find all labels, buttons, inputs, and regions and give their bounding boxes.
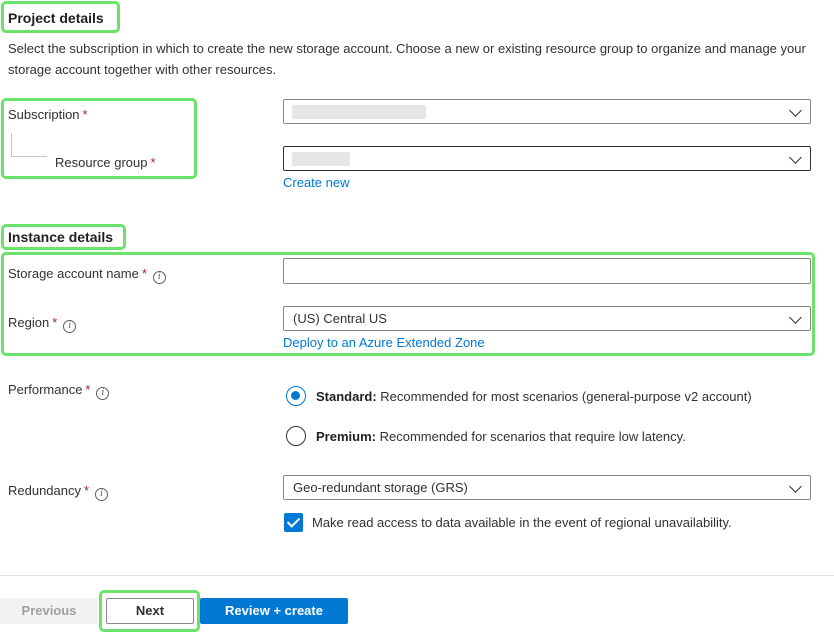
redundancy-label-text: Redundancy: [8, 483, 81, 498]
region-value: (US) Central US: [293, 311, 387, 326]
performance-standard-desc: Recommended for most scenarios (general-…: [380, 389, 752, 404]
resource-group-label: Resource group *: [55, 155, 156, 170]
chevron-down-icon: [789, 480, 802, 493]
required-marker: *: [150, 155, 156, 170]
storage-account-name-label-text: Storage account name: [8, 266, 139, 281]
performance-premium-desc: Recommended for scenarios that require l…: [379, 429, 686, 444]
project-details-title: Project details: [8, 10, 104, 26]
performance-standard-name: Standard:: [316, 389, 377, 404]
info-icon[interactable]: i: [152, 271, 166, 284]
info-icon[interactable]: i: [63, 320, 77, 333]
redundancy-dropdown[interactable]: Geo-redundant storage (GRS): [283, 475, 811, 500]
performance-premium-radio[interactable]: [286, 426, 306, 446]
required-marker: *: [82, 107, 88, 122]
performance-standard-radio[interactable]: [286, 386, 306, 406]
instance-details-title: Instance details: [8, 229, 114, 245]
required-marker: *: [52, 315, 58, 330]
chevron-down-icon: [789, 311, 802, 324]
next-button[interactable]: Next: [106, 598, 194, 624]
required-marker: *: [141, 266, 147, 281]
info-icon[interactable]: i: [96, 387, 110, 400]
performance-premium-name: Premium:: [316, 429, 376, 444]
footer-divider: [0, 575, 834, 576]
performance-standard-option[interactable]: Standard: Recommended for most scenarios…: [316, 389, 752, 404]
project-details-description: Select the subscription in which to crea…: [8, 41, 806, 77]
subscription-dropdown[interactable]: [283, 99, 811, 124]
create-new-link[interactable]: Create new: [283, 175, 349, 190]
subscription-label-text: Subscription: [8, 107, 80, 122]
review-create-button[interactable]: Review + create: [200, 598, 348, 624]
chevron-down-icon: [789, 151, 802, 164]
previous-button[interactable]: Previous: [0, 598, 98, 624]
read-access-checkbox-label[interactable]: Make read access to data available in th…: [312, 515, 732, 530]
performance-premium-option[interactable]: Premium: Recommended for scenarios that …: [316, 429, 686, 444]
performance-label: Performance * i: [8, 382, 110, 400]
storage-account-name-label: Storage account name * i: [8, 266, 166, 284]
tree-connector: [11, 133, 47, 157]
required-marker: *: [85, 382, 91, 397]
subscription-value-redacted: [292, 105, 426, 119]
extended-zone-link[interactable]: Deploy to an Azure Extended Zone: [283, 335, 485, 350]
info-icon[interactable]: i: [95, 488, 109, 501]
resource-group-dropdown[interactable]: [283, 146, 811, 171]
subscription-label: Subscription *: [8, 107, 88, 122]
region-label: Region * i: [8, 315, 77, 333]
region-label-text: Region: [8, 315, 50, 330]
region-dropdown[interactable]: (US) Central US: [283, 306, 811, 331]
resource-group-value-redacted: [292, 152, 350, 166]
resource-group-label-text: Resource group: [55, 155, 148, 170]
chevron-down-icon: [789, 104, 802, 117]
performance-label-text: Performance: [8, 382, 83, 397]
storage-account-name-input[interactable]: [283, 258, 811, 284]
redundancy-label: Redundancy * i: [8, 483, 109, 501]
redundancy-value: Geo-redundant storage (GRS): [293, 480, 468, 495]
read-access-checkbox[interactable]: [284, 513, 303, 532]
required-marker: *: [84, 483, 90, 498]
